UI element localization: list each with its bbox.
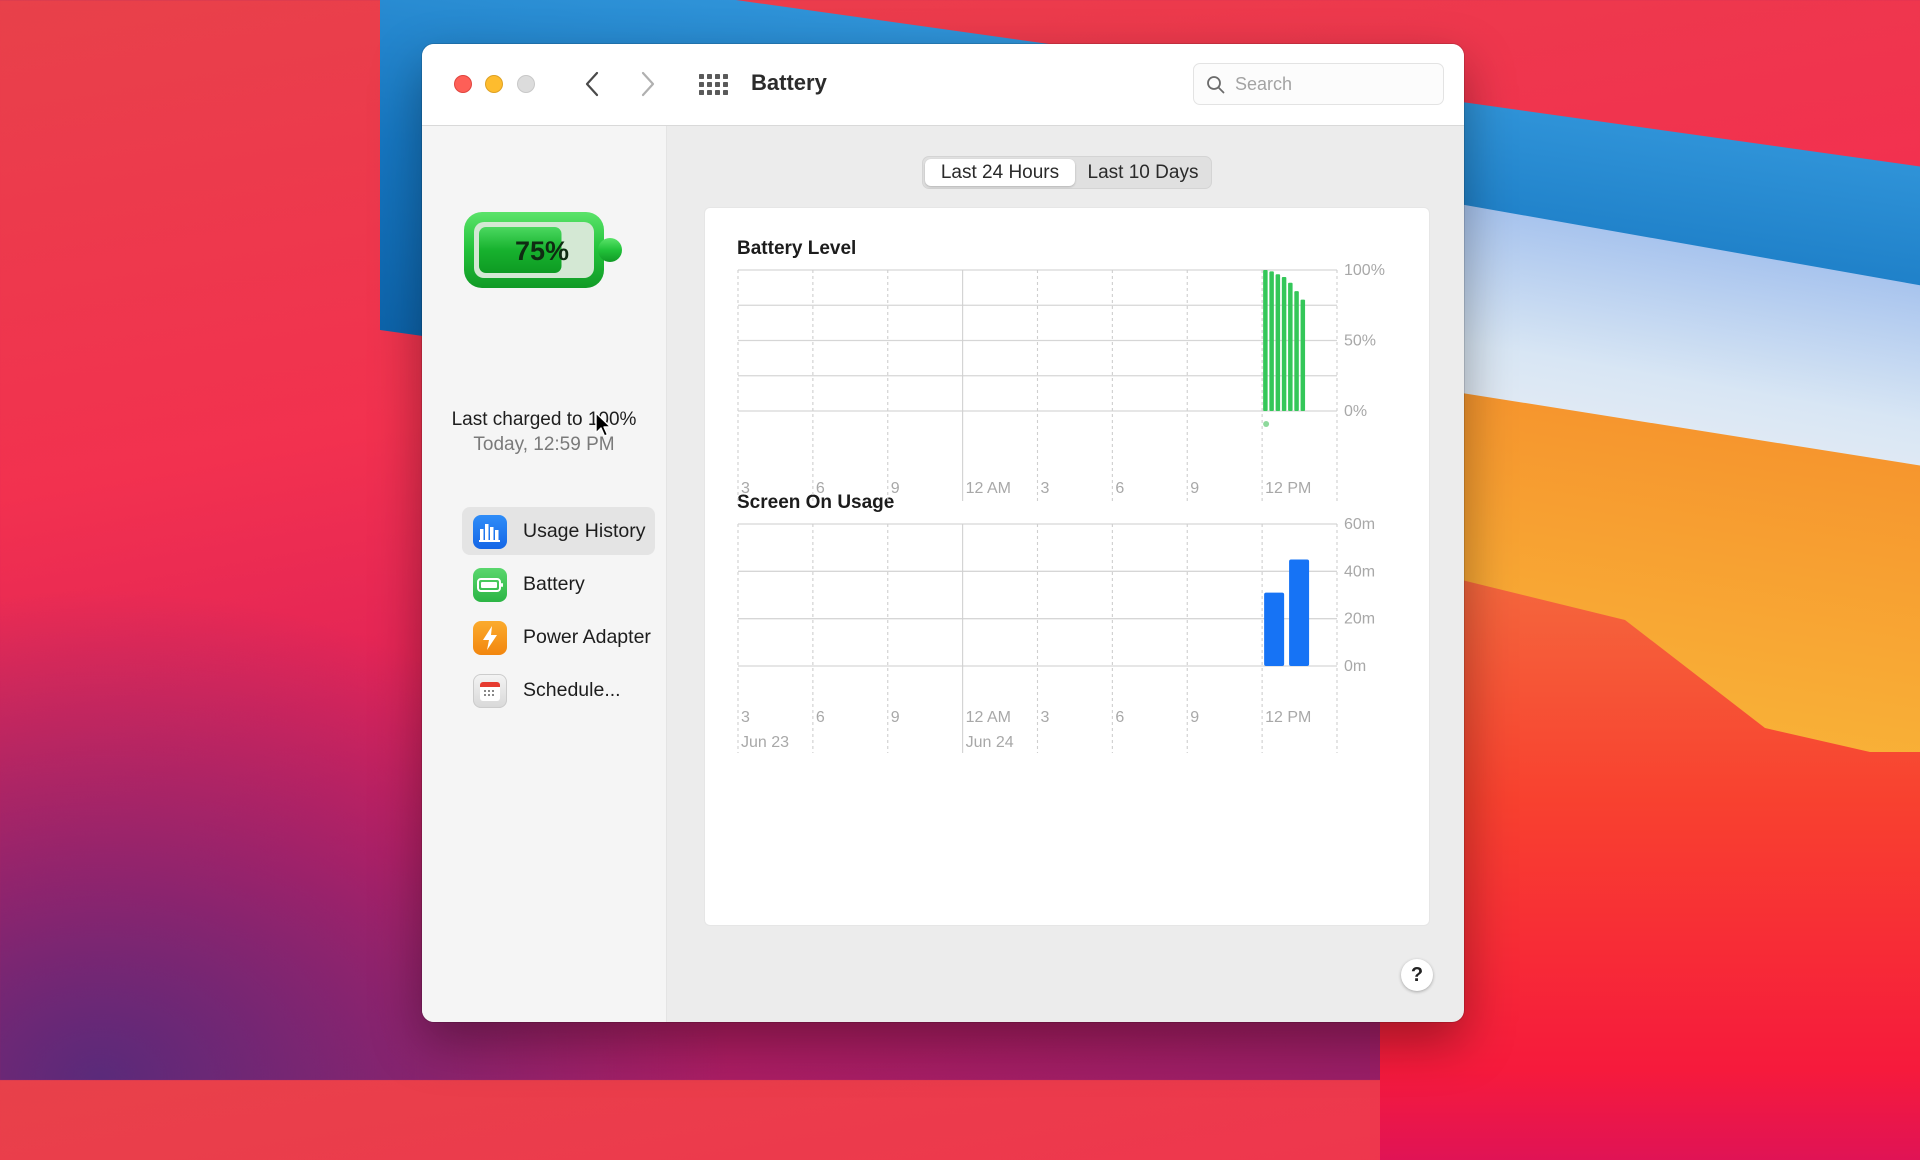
grid-icon-dot — [723, 90, 728, 95]
x-tick-label: 3 — [1041, 709, 1050, 726]
back-button[interactable] — [578, 68, 608, 100]
show-all-button[interactable] — [698, 73, 728, 97]
charging-indicator-dot — [1263, 421, 1270, 427]
grid-icon-dot — [715, 90, 720, 95]
search-field[interactable] — [1193, 63, 1444, 105]
y-tick-label: 100% — [1344, 262, 1385, 279]
battery-level-bar — [1281, 277, 1287, 411]
x-tick-label: 12 PM — [1265, 480, 1311, 497]
battery-icon — [473, 568, 507, 602]
sidebar: 75% Last charged to 100% Today, 12:59 PM… — [422, 126, 667, 1022]
x-tick-label: 12 AM — [966, 709, 1011, 726]
x-tick-label: 6 — [1115, 709, 1124, 726]
y-tick-label: 60m — [1344, 516, 1375, 533]
minimize-button[interactable] — [485, 75, 503, 93]
grid-icon-dot — [707, 74, 712, 79]
tab-last-10-days[interactable]: Last 10 Days — [1077, 159, 1209, 186]
mouse-cursor-icon — [595, 412, 612, 437]
titlebar: Battery — [422, 44, 1464, 126]
x-tick-label: 3 — [741, 709, 750, 726]
grid-icon-dot — [699, 82, 704, 87]
close-button[interactable] — [454, 75, 472, 93]
zoom-button[interactable] — [517, 75, 535, 93]
search-input[interactable] — [1235, 64, 1435, 104]
screen-usage-bar — [1264, 592, 1285, 666]
time-range-segmented-control: Last 24 Hours Last 10 Days — [922, 156, 1212, 189]
x-tick-label: 6 — [816, 709, 825, 726]
battery-percent-label: 75% — [515, 236, 569, 266]
battery-level-bar — [1269, 271, 1274, 411]
grid-icon-dot — [707, 82, 712, 87]
grid-icon-dot — [723, 74, 728, 79]
power-adapter-icon — [473, 621, 507, 655]
sidebar-item-label: Battery — [523, 573, 585, 595]
grid-icon-dot — [707, 90, 712, 95]
x-tick-label: 9 — [891, 480, 900, 497]
help-button[interactable]: ? — [1401, 959, 1433, 991]
x-tick-label: 9 — [1190, 480, 1199, 497]
grid-icon-dot — [715, 74, 720, 79]
last-charged-time: Today, 12:59 PM — [473, 434, 615, 455]
schedule-icon — [473, 674, 507, 708]
sidebar-item-label: Usage History — [523, 520, 646, 542]
usage-history-card: Battery Level Screen On Usage 3 6 9 12 AM 3 6… — [704, 207, 1430, 926]
x-tick-label: 3 — [1041, 480, 1050, 497]
grid-icon-dot — [699, 74, 704, 79]
x-tick-label: 9 — [891, 709, 900, 726]
battery-level-bar — [1263, 270, 1268, 411]
battery-level-bar — [1288, 282, 1293, 411]
x-tick-label: 9 — [1190, 709, 1199, 726]
sidebar-item-schedule[interactable]: Schedule... — [462, 666, 655, 714]
battery-level-bar — [1294, 291, 1299, 411]
forward-button[interactable] — [632, 68, 662, 100]
battery-level-bar — [1300, 299, 1306, 411]
screen-usage-bar — [1289, 559, 1310, 666]
y-tick-label: 20m — [1344, 611, 1375, 628]
window-title: Battery — [751, 70, 827, 95]
grid-icon-dot — [699, 90, 704, 95]
x-tick-label: 12 PM — [1265, 709, 1311, 726]
x-tick-label: 6 — [1115, 480, 1124, 497]
y-tick-label: 50% — [1344, 333, 1376, 350]
search-icon — [1207, 76, 1225, 94]
sidebar-item-power-adapter[interactable]: Power Adapter — [462, 613, 655, 661]
usage-history-icon — [473, 515, 507, 549]
battery-level-bar — [1275, 274, 1281, 411]
grid-icon-dot — [723, 82, 728, 87]
date-label: Jun 24 — [966, 734, 1014, 751]
grid-icon — [699, 74, 728, 95]
x-tick-label: 12 AM — [966, 480, 1011, 497]
grid-icon-dot — [715, 82, 720, 87]
x-tick-label: 3 — [741, 480, 750, 497]
date-label: Jun 23 — [741, 734, 789, 751]
charts-canvas: 3 6 9 12 AM 3 6 9 12 PM 100% 50% 0% 3 6 9 12 AM 3 6 9 12 P… — [737, 262, 1385, 753]
x-tick-label: 6 — [816, 480, 825, 497]
y-tick-label: 40m — [1344, 563, 1375, 580]
chevron-right-icon — [641, 71, 655, 97]
sidebar-item-usage-history[interactable]: Usage History — [462, 507, 655, 555]
last-charged-label: Last charged to 100% — [451, 409, 637, 430]
chevron-left-icon — [585, 71, 599, 97]
sidebar-item-label: Schedule... — [523, 679, 621, 701]
y-tick-label: 0m — [1344, 658, 1366, 675]
y-tick-label: 0% — [1344, 403, 1367, 420]
battery-preferences-window: Battery Search 75% Last charged to 100% … — [422, 44, 1464, 1022]
sidebar-item-label: Power Adapter — [523, 626, 651, 648]
sidebar-item-battery[interactable]: Battery — [462, 560, 655, 608]
tab-last-24-hours[interactable]: Last 24 Hours — [925, 159, 1075, 186]
battery-status-icon: 75% — [462, 210, 626, 290]
